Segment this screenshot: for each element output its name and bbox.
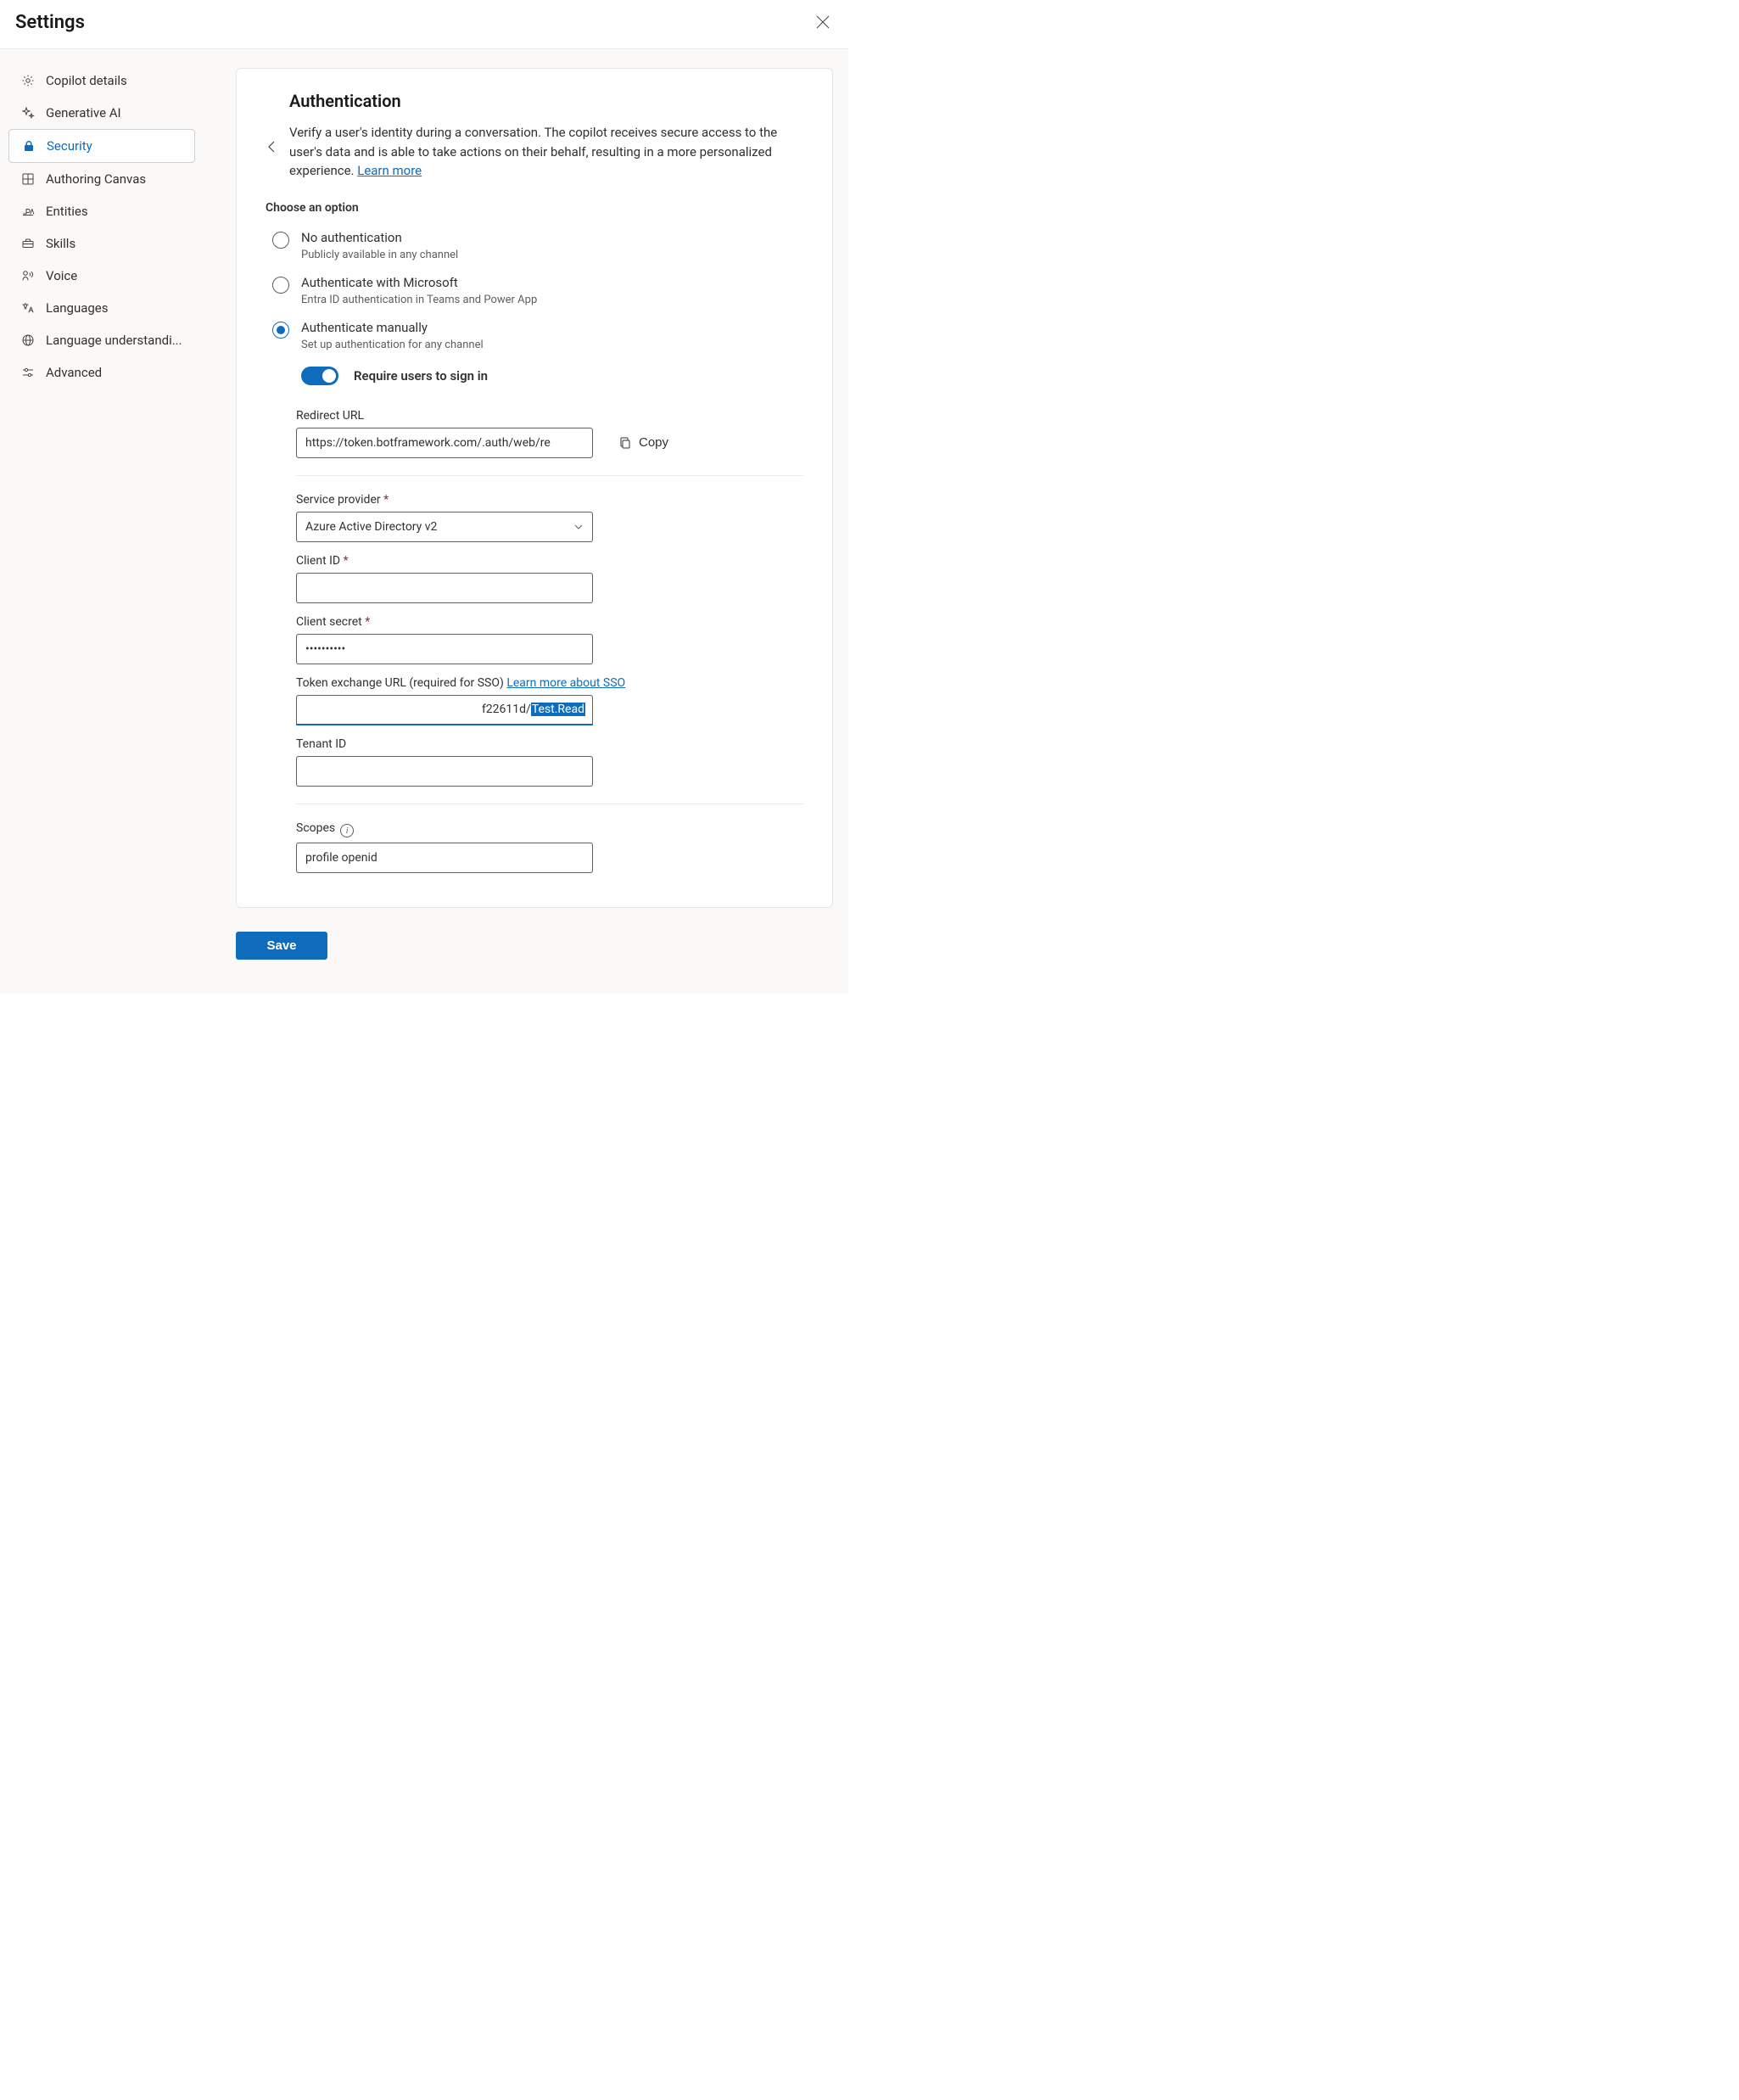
sidebar-item-advanced[interactable]: Advanced (8, 356, 195, 389)
translate-icon (20, 300, 36, 316)
copy-label: Copy (639, 435, 668, 450)
radio-subtext: Publicly available in any channel (301, 249, 458, 261)
client-secret-input[interactable] (296, 634, 593, 664)
radio-icon (272, 232, 289, 249)
voice-icon (20, 268, 36, 283)
sidebar-item-label: Security (47, 138, 92, 154)
sidebar-item-label: Voice (46, 268, 77, 283)
sidebar-item-label: Generative AI (46, 105, 121, 120)
redirect-url-label: Redirect URL (296, 409, 803, 423)
sidebar-item-label: Copilot details (46, 73, 127, 88)
chevron-down-icon (573, 522, 584, 532)
service-provider-select[interactable]: Azure Active Directory v2 (296, 512, 593, 542)
sidebar-item-language-understanding[interactable]: Language understandi... (8, 324, 195, 356)
save-button[interactable]: Save (236, 932, 327, 960)
panel-description: Verify a user's identity during a conver… (289, 123, 803, 181)
back-button[interactable] (266, 92, 279, 201)
sidebar-item-skills[interactable]: Skills (8, 227, 195, 260)
service-provider-label: Service provider * (296, 493, 803, 507)
divider (296, 475, 803, 476)
sidebar-item-label: Skills (46, 236, 75, 251)
radio-label: Authenticate manually (301, 320, 484, 335)
radio-subtext: Entra ID authentication in Teams and Pow… (301, 294, 537, 306)
require-signin-toggle[interactable] (301, 367, 338, 385)
sidebar-item-label: Language understandi... (46, 333, 182, 348)
panel-title: Authentication (289, 91, 803, 111)
globe-icon (20, 333, 36, 348)
settings-sidebar: Copilot details Generative AI Security A… (0, 49, 204, 404)
require-signin-label: Require users to sign in (354, 368, 488, 384)
auth-option-group: No authentication Publicly available in … (266, 223, 803, 358)
sidebar-item-copilot-details[interactable]: Copilot details (8, 64, 195, 97)
token-exchange-value-prefix: f22611d/ (482, 703, 531, 716)
client-secret-label: Client secret * (296, 615, 803, 629)
sidebar-item-label: Authoring Canvas (46, 171, 146, 187)
entities-icon (20, 204, 36, 219)
info-icon[interactable]: i (340, 824, 354, 837)
option-no-authentication[interactable]: No authentication Publicly available in … (266, 223, 803, 268)
sidebar-item-label: Languages (46, 300, 109, 316)
grid-icon (20, 171, 36, 187)
tenant-id-label: Tenant ID (296, 737, 803, 751)
sidebar-item-label: Advanced (46, 365, 102, 380)
scopes-label: Scopesi (296, 821, 803, 838)
radio-label: Authenticate with Microsoft (301, 275, 537, 290)
radio-icon (272, 322, 289, 339)
token-exchange-value-selected: Test.Read (531, 703, 585, 716)
option-authenticate-manually[interactable]: Authenticate manually Set up authenticat… (266, 313, 803, 358)
gear-icon (20, 73, 36, 88)
sidebar-item-voice[interactable]: Voice (8, 260, 195, 292)
sidebar-item-languages[interactable]: Languages (8, 292, 195, 324)
radio-icon (272, 277, 289, 294)
lock-icon (21, 138, 36, 154)
sparkle-icon (20, 105, 36, 120)
service-provider-value: Azure Active Directory v2 (305, 520, 437, 534)
sidebar-item-authoring-canvas[interactable]: Authoring Canvas (8, 163, 195, 195)
option-authenticate-microsoft[interactable]: Authenticate with Microsoft Entra ID aut… (266, 268, 803, 313)
copy-redirect-button[interactable]: Copy (612, 430, 675, 455)
settings-header: Settings (0, 0, 848, 49)
copy-icon (618, 436, 632, 450)
choose-option-heading: Choose an option (266, 201, 803, 215)
scopes-input[interactable] (296, 843, 593, 873)
token-exchange-label: Token exchange URL (required for SSO) Le… (296, 676, 803, 690)
sidebar-item-label: Entities (46, 204, 88, 219)
sidebar-item-generative-ai[interactable]: Generative AI (8, 97, 195, 129)
close-icon (816, 15, 830, 29)
learn-more-link[interactable]: Learn more (357, 163, 422, 178)
token-exchange-input[interactable]: f22611d/Test.Read (296, 695, 593, 725)
client-id-input[interactable] (296, 573, 593, 603)
sidebar-item-security[interactable]: Security (8, 129, 195, 163)
radio-label: No authentication (301, 230, 458, 245)
client-id-label: Client ID * (296, 554, 803, 568)
radio-subtext: Set up authentication for any channel (301, 339, 484, 351)
close-button[interactable] (813, 12, 833, 32)
redirect-url-input[interactable] (296, 428, 593, 458)
toolbox-icon (20, 236, 36, 251)
sliders-icon (20, 365, 36, 380)
chevron-left-icon (266, 140, 279, 154)
learn-more-sso-link[interactable]: Learn more about SSO (506, 676, 625, 690)
page-title: Settings (15, 12, 85, 33)
sidebar-item-entities[interactable]: Entities (8, 195, 195, 227)
authentication-panel: Authentication Verify a user's identity … (236, 68, 833, 908)
tenant-id-input[interactable] (296, 756, 593, 787)
